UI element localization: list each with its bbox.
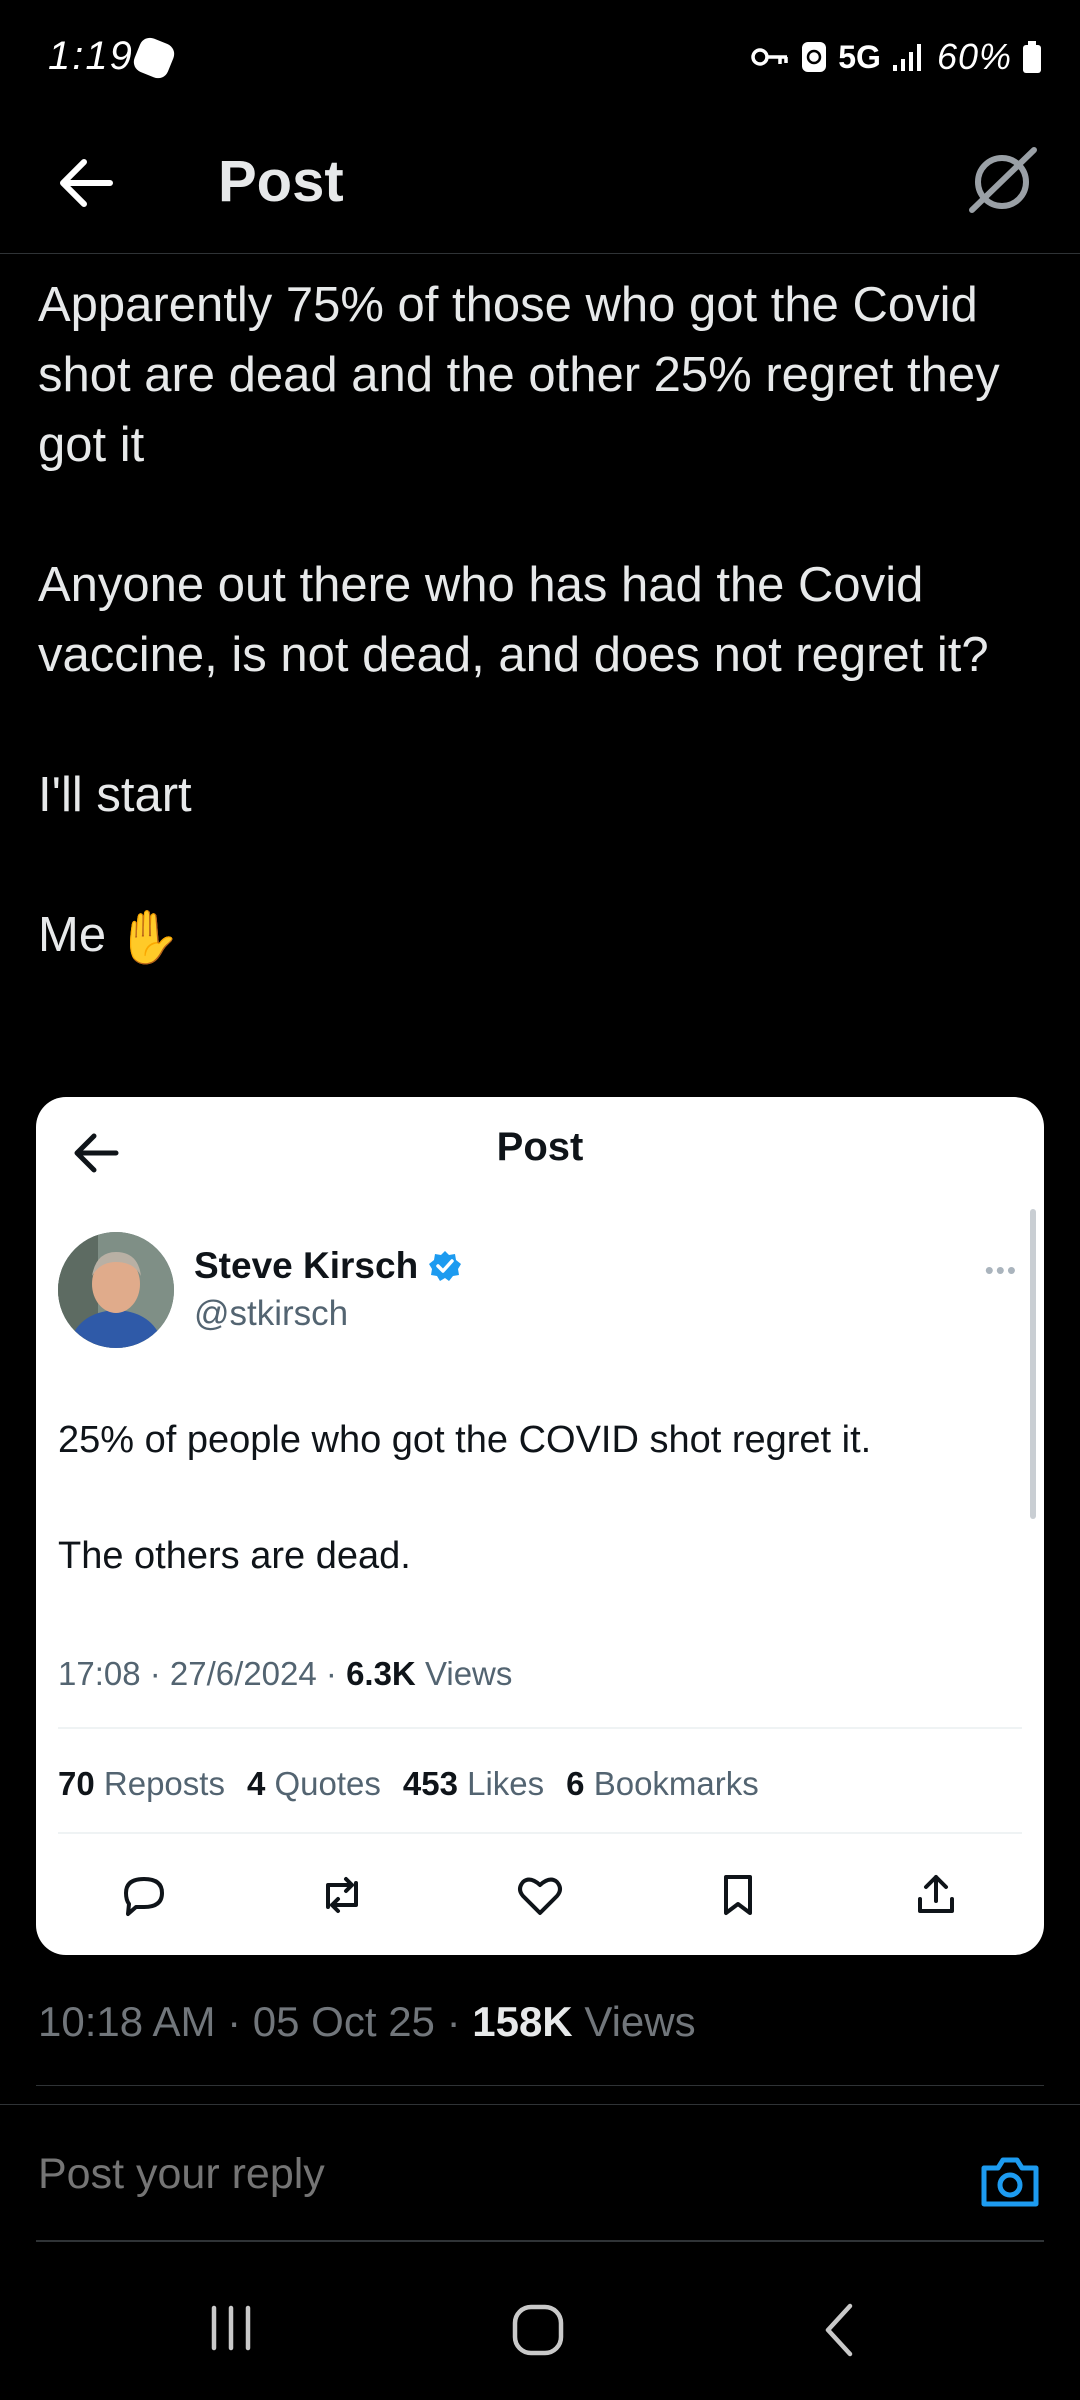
author-handle: @stkirsch <box>194 1294 349 1333</box>
divider <box>0 2104 1080 2105</box>
likes-stat: 453 Likes <box>402 1765 545 1802</box>
embedded-post-image[interactable]: Post Steve Kirsch @stkirsch ••• 25% of p… <box>36 1097 1044 1955</box>
heart-icon <box>512 1867 568 1923</box>
scrollbar <box>1030 1209 1036 1519</box>
raised-hand-emoji: ✋ <box>116 909 181 968</box>
post-date: 05 Oct 25 <box>252 1998 435 2045</box>
network-type: 5G <box>838 38 881 75</box>
post-paragraph-last: Me ✋ <box>38 900 1048 973</box>
verified-badge-icon <box>429 1251 462 1281</box>
status-time: 1:19 <box>48 34 134 78</box>
repost-icon <box>314 1867 370 1923</box>
post-time: 10:18 AM <box>38 1998 216 2045</box>
bookmark-icon <box>710 1867 766 1923</box>
nav-back-icon[interactable] <box>818 2300 858 2360</box>
embedded-views-label: Views <box>424 1655 513 1692</box>
post-body: Apparently 75% of those who got the Covi… <box>38 270 1048 1043</box>
battery-icon <box>1023 41 1041 73</box>
bookmarks-stat: 6 Bookmarks <box>566 1765 759 1802</box>
battery-percent: 60% <box>936 36 1012 77</box>
reply-input[interactable] <box>38 2150 938 2199</box>
embedded-text: 25% of people who got the COVID shot reg… <box>58 1419 872 1461</box>
post-views-count: 158K <box>472 1998 573 2045</box>
embedded-time: 17:08 <box>58 1655 141 1692</box>
signal-icon <box>892 44 921 71</box>
home-icon[interactable] <box>510 2302 566 2358</box>
top-app-bar: Post <box>0 118 1080 254</box>
quotes-stat: 4 Quotes <box>246 1765 381 1802</box>
post-views-label: Views <box>584 1998 696 2045</box>
status-indicators: 5G 60% <box>750 36 1042 78</box>
divider <box>36 2240 1044 2242</box>
status-bar: 1:19 5G 60% <box>0 0 1080 118</box>
more-options-icon: ••• <box>984 1255 1018 1285</box>
recent-apps-icon[interactable] <box>206 2302 256 2354</box>
share-icon <box>908 1867 964 1923</box>
divider <box>36 2085 1044 2086</box>
page-title: Post <box>218 149 344 214</box>
post-paragraph: I'll start <box>38 768 192 822</box>
post-meta: 10:18 AM · 05 Oct 25 · 158K Views <box>38 1998 696 2045</box>
notification-icon <box>130 34 178 82</box>
author-name: Steve Kirsch <box>194 1245 419 1286</box>
divider <box>58 1727 1022 1729</box>
system-nav-bar <box>0 2260 1080 2400</box>
avatar <box>58 1232 174 1348</box>
vpn-key-icon <box>751 48 788 66</box>
embedded-date: 27/6/2024 <box>169 1655 317 1692</box>
post-paragraph-text: Me <box>38 908 107 962</box>
post-paragraph: Apparently 75% of those who got the Covi… <box>38 278 1000 472</box>
embedded-title: Post <box>496 1125 584 1169</box>
divider <box>58 1832 1022 1834</box>
back-arrow-icon[interactable] <box>50 148 120 218</box>
data-saver-icon <box>802 42 827 72</box>
embedded-meta: 17:08 · 27/6/2024 · 6.3K Views <box>58 1655 513 1692</box>
author-name-row: Steve Kirsch <box>194 1245 462 1287</box>
reposts-stat: 70 Reposts <box>58 1765 225 1802</box>
embedded-views-count: 6.3K <box>346 1655 416 1692</box>
embedded-actions <box>116 1867 964 1923</box>
post-paragraph: Anyone out there who has had the Covid v… <box>38 558 989 682</box>
embedded-text: The others are dead. <box>58 1535 411 1577</box>
embedded-stats: 70 Reposts 4 Quotes 453 Likes 6 Bookmark… <box>58 1765 759 1803</box>
camera-icon[interactable] <box>978 2150 1042 2214</box>
reply-icon <box>116 1867 172 1923</box>
grok-icon[interactable] <box>962 140 1042 220</box>
